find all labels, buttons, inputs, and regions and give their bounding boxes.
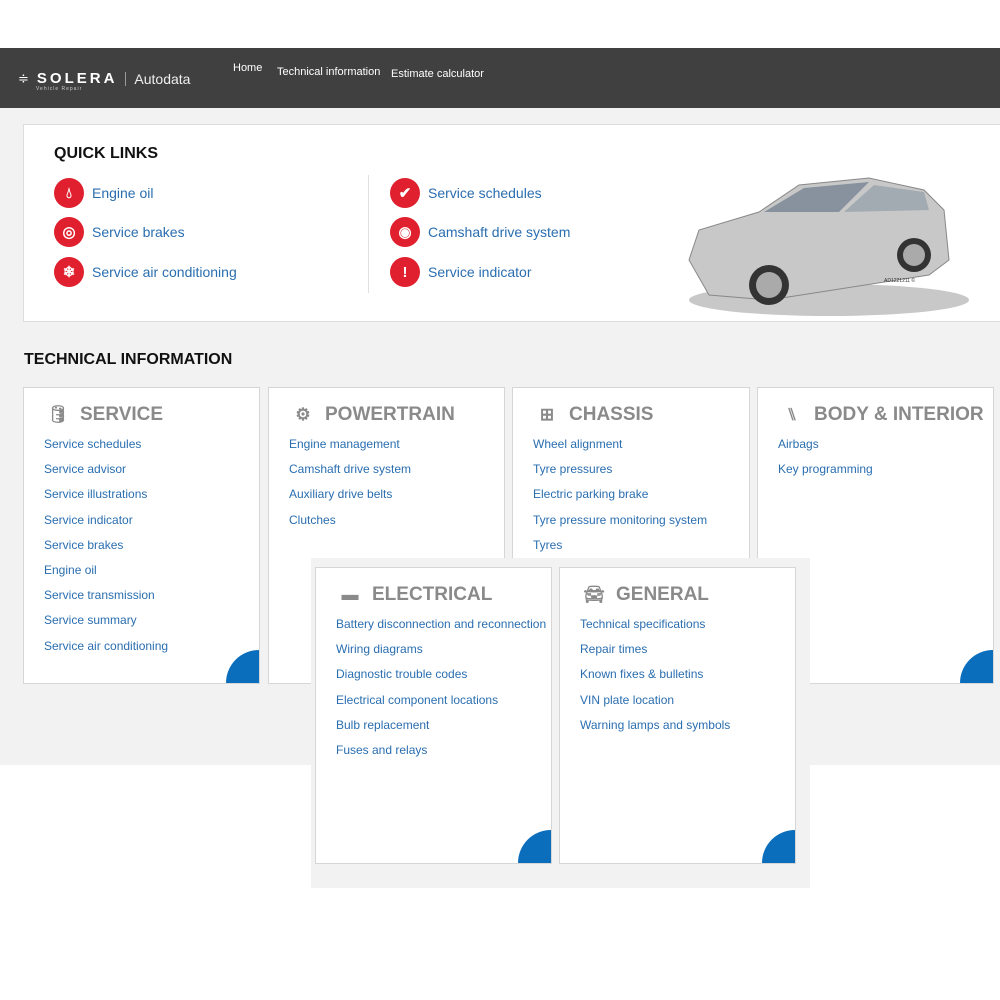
link-known-fixes[interactable]: Known fixes & bulletins — [580, 666, 730, 691]
link-technical-specifications[interactable]: Technical specifications — [580, 616, 730, 641]
nav-technical-information[interactable]: Technical information — [277, 66, 380, 78]
quick-link-label: Service indicator — [428, 264, 532, 280]
quick-link-service-schedules[interactable]: ✔ Service schedules — [390, 178, 542, 208]
quick-link-engine-oil[interactable]: 💧︎ Engine oil — [54, 178, 154, 208]
oil-drop-icon: 💧︎ — [54, 178, 84, 208]
link-clutches[interactable]: Clutches — [289, 512, 411, 537]
card-corner-accent — [518, 830, 551, 863]
seat-icon: ⑊ — [786, 405, 798, 424]
link-service-advisor[interactable]: Service advisor — [44, 461, 168, 486]
link-auxiliary-drive-belts[interactable]: Auxiliary drive belts — [289, 486, 411, 511]
quick-links-divider — [368, 175, 369, 293]
brake-disc-icon: ◎ — [54, 217, 84, 247]
vehicle-illustration: AD1221211 © — [688, 177, 969, 316]
quick-link-label: Engine oil — [92, 185, 154, 201]
snowflake-icon: ❄ — [54, 257, 84, 287]
image-caption: AD1221211 © — [884, 277, 915, 284]
quick-link-label: Service brakes — [92, 224, 185, 240]
link-engine-management[interactable]: Engine management — [289, 436, 411, 461]
link-key-programming[interactable]: Key programming — [778, 461, 873, 486]
quick-link-service-brakes[interactable]: ◎ Service brakes — [54, 217, 185, 247]
product-name: Autodata — [134, 70, 191, 87]
car-front-icon: 🚘︎ — [583, 585, 605, 604]
card-title[interactable]: POWERTRAIN — [325, 404, 455, 426]
quick-link-label: Service air conditioning — [92, 264, 237, 280]
link-service-transmission[interactable]: Service transmission — [44, 587, 168, 612]
checkmark-icon: ✔ — [390, 178, 420, 208]
link-warning-lamps[interactable]: Warning lamps and symbols — [580, 717, 730, 742]
solera-logo-icon: ≑ — [18, 70, 29, 86]
link-service-illustrations[interactable]: Service illustrations — [44, 486, 168, 511]
card-corner-accent — [226, 650, 259, 683]
card-title[interactable]: ELECTRICAL — [372, 584, 492, 606]
link-bulb-replacement[interactable]: Bulb replacement — [336, 717, 546, 742]
card-title[interactable]: BODY & INTERIOR — [814, 404, 984, 426]
link-service-summary[interactable]: Service summary — [44, 612, 168, 637]
link-wiring-diagrams[interactable]: Wiring diagrams — [336, 641, 546, 666]
camshaft-belt-icon: ◉ — [390, 217, 420, 247]
card-electrical: ▬ ELECTRICAL Battery disconnection and re… — [315, 567, 552, 864]
card-corner-accent — [960, 650, 993, 683]
link-battery-disconnection[interactable]: Battery disconnection and reconnection — [336, 616, 546, 641]
logo-divider — [125, 71, 127, 86]
quick-link-label: Service schedules — [428, 185, 542, 201]
card-corner-accent — [762, 830, 795, 863]
link-service-air-conditioning[interactable]: Service air conditioning — [44, 638, 168, 663]
chassis-icon: ⊞ — [539, 405, 555, 424]
link-service-brakes[interactable]: Service brakes — [44, 537, 168, 562]
nav-home[interactable]: Home — [233, 62, 262, 74]
link-camshaft-drive-system[interactable]: Camshaft drive system — [289, 461, 411, 486]
technical-information-title: TECHNICAL INFORMATION — [24, 351, 233, 368]
link-tyre-pressures[interactable]: Tyre pressures — [533, 461, 707, 486]
link-repair-times[interactable]: Repair times — [580, 641, 730, 666]
quick-links-title: QUICK LINKS — [54, 145, 158, 162]
quick-link-label: Camshaft drive system — [428, 224, 571, 240]
quick-link-service-indicator[interactable]: ! Service indicator — [390, 257, 532, 287]
top-nav-bar: ≑ SOLERA Vehicle Repair Autodata Home Te… — [0, 48, 1000, 108]
link-fuses-relays[interactable]: Fuses and relays — [336, 742, 546, 767]
card-title[interactable]: CHASSIS — [569, 404, 653, 426]
link-wheel-alignment[interactable]: Wheel alignment — [533, 436, 707, 461]
link-tpms[interactable]: Tyre pressure monitoring system — [533, 512, 707, 537]
link-service-indicator[interactable]: Service indicator — [44, 512, 168, 537]
card-service: 🛢︎ SERVICE Service schedules Service advis… — [23, 387, 260, 684]
battery-icon: ▬ — [341, 585, 359, 604]
quick-links-panel: QUICK LINKS 💧︎ Engine oil ◎ Service brakes… — [23, 124, 1000, 322]
oil-can-icon: 🛢︎ — [47, 405, 69, 424]
brand-sub: Vehicle Repair — [36, 86, 83, 92]
nav-estimate-calculator[interactable]: Estimate calculator — [391, 68, 484, 80]
card-general: 🚘︎ GENERAL Technical specifications Repair… — [559, 567, 796, 864]
link-diagnostic-trouble-codes[interactable]: Diagnostic trouble codes — [336, 666, 546, 691]
link-service-schedules[interactable]: Service schedules — [44, 436, 168, 461]
card-title[interactable]: SERVICE — [80, 404, 163, 426]
quick-link-air-conditioning[interactable]: ❄ Service air conditioning — [54, 257, 237, 287]
engine-icon: ⚙ — [295, 405, 311, 424]
card-title[interactable]: GENERAL — [616, 584, 709, 606]
quick-link-camshaft[interactable]: ◉ Camshaft drive system — [390, 217, 570, 247]
warning-icon: ! — [390, 257, 420, 287]
link-vin-plate-location[interactable]: VIN plate location — [580, 692, 730, 717]
link-electric-parking-brake[interactable]: Electric parking brake — [533, 486, 707, 511]
link-electrical-component-locations[interactable]: Electrical component locations — [336, 692, 546, 717]
link-engine-oil[interactable]: Engine oil — [44, 562, 168, 587]
link-airbags[interactable]: Airbags — [778, 436, 873, 461]
solera-autodata-logo[interactable]: ≑ SOLERA Vehicle Repair Autodata — [18, 70, 191, 92]
brand-name: SOLERA — [36, 70, 118, 87]
